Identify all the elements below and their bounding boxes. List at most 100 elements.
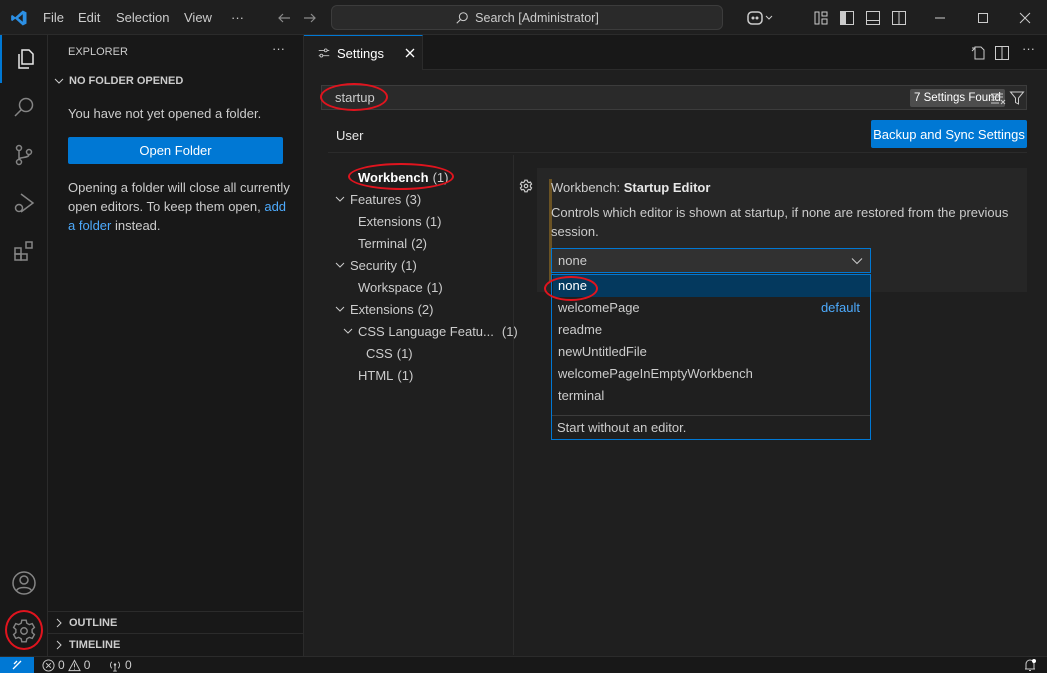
startup-editor-select[interactable]: none xyxy=(551,248,871,273)
menu-edit[interactable]: Edit xyxy=(78,0,100,35)
timeline-label: TIMELINE xyxy=(69,638,121,651)
menu-view[interactable]: View xyxy=(184,0,212,35)
option-label: terminal xyxy=(558,388,605,403)
toc-label: Workbench xyxy=(358,170,429,185)
outline-section-header[interactable]: OUTLINE xyxy=(48,611,303,633)
toc-item[interactable]: Workbench (1) xyxy=(334,167,514,189)
chevron-right-icon xyxy=(56,640,62,649)
dropdown-option[interactable]: terminal xyxy=(553,385,870,407)
dropdown-option[interactable]: newUntitledFile xyxy=(553,341,870,363)
toc-item[interactable]: CSS Language Featu... (1) xyxy=(334,321,518,343)
select-value: none xyxy=(558,253,587,268)
tab-user-scope[interactable]: User xyxy=(328,121,372,153)
section-title: NO FOLDER OPENED xyxy=(69,75,184,87)
toc-label: Workspace xyxy=(358,280,423,295)
toggle-secondary-sidebar-icon[interactable] xyxy=(889,8,909,28)
problems-indicator[interactable]: 0 0 xyxy=(42,658,90,672)
notifications-bell-icon[interactable] xyxy=(1022,658,1038,672)
dropdown-option[interactable]: readme xyxy=(553,319,870,341)
toc-label: HTML xyxy=(358,368,394,383)
command-center-search[interactable]: Search [Administrator] xyxy=(331,5,723,30)
toc-item[interactable]: CSS (1) xyxy=(334,343,514,365)
broadcast-icon xyxy=(110,660,120,672)
minimize-button[interactable] xyxy=(917,0,963,35)
run-and-debug-icon[interactable] xyxy=(0,179,48,227)
setting-name: Startup Editor xyxy=(623,180,711,195)
toc-item[interactable]: Extensions (2) xyxy=(334,299,514,321)
chevron-right-icon xyxy=(56,618,62,627)
back-arrow-icon[interactable] xyxy=(274,8,294,28)
sidebar-more-button[interactable]: ··· xyxy=(272,41,285,56)
search-icon[interactable] xyxy=(0,83,48,131)
manage-gear-icon[interactable] xyxy=(0,607,48,655)
option-label: newUntitledFile xyxy=(558,344,647,359)
default-badge: default xyxy=(820,300,860,315)
toc-divider xyxy=(513,155,514,655)
error-count: 0 xyxy=(58,658,65,672)
toc-label: Extensions xyxy=(358,214,422,229)
info-text: Opening a folder will close all currentl… xyxy=(68,180,290,214)
copilot-icon[interactable] xyxy=(745,7,775,29)
title-bar: File Edit Selection View ··· Search [Adm… xyxy=(0,0,1047,35)
explorer-icon[interactable] xyxy=(0,35,48,83)
customize-layout-icon[interactable] xyxy=(811,8,831,28)
search-icon xyxy=(456,11,468,24)
toc-item[interactable]: Terminal (2) xyxy=(334,233,514,255)
status-bar: 0 0 0 xyxy=(0,656,1047,673)
tab-bar: Settings ··· xyxy=(304,35,1047,70)
toc-count: (1) xyxy=(400,258,417,273)
warning-icon xyxy=(67,658,81,671)
toc-count: (1) xyxy=(425,214,442,229)
settings-search-input[interactable]: startup 7 Settings Found xyxy=(321,85,1027,110)
settings-toc: Workbench (1) Features (3) Extensions (1) Term… xyxy=(334,167,518,387)
toc-label: CSS xyxy=(366,346,393,361)
source-control-icon[interactable] xyxy=(0,131,48,179)
ports-count: 0 xyxy=(125,658,132,672)
menu-file[interactable]: File xyxy=(43,0,64,35)
split-editor-icon[interactable] xyxy=(992,43,1012,63)
tab-settings[interactable]: Settings xyxy=(304,35,423,70)
command-center-label: Search [Administrator] xyxy=(475,10,599,25)
clear-filter-icon[interactable] xyxy=(989,89,1007,107)
toc-item[interactable]: Security (1) xyxy=(334,255,514,277)
outline-label: OUTLINE xyxy=(69,616,118,629)
menu-selection[interactable]: Selection xyxy=(116,0,169,35)
toc-label: Security xyxy=(350,258,397,273)
setting-description: Controls which editor is shown at startu… xyxy=(551,205,1009,239)
accounts-icon[interactable] xyxy=(0,559,48,607)
close-tab-icon[interactable] xyxy=(404,47,416,59)
toc-label: CSS Language Featu... xyxy=(358,324,494,339)
toggle-panel-icon[interactable] xyxy=(863,8,883,28)
toc-item[interactable]: HTML (1) xyxy=(334,365,514,387)
menu-more-button[interactable]: ··· xyxy=(231,0,244,35)
dropdown-option[interactable]: welcomePage default xyxy=(553,297,870,319)
close-window-button[interactable] xyxy=(1003,0,1047,35)
backup-sync-settings-button[interactable]: Backup and Sync Settings xyxy=(871,120,1027,148)
extensions-icon[interactable] xyxy=(0,227,48,275)
filter-icon[interactable] xyxy=(1008,89,1026,107)
chevron-down-icon xyxy=(851,258,863,265)
toc-count: (1) xyxy=(397,368,414,383)
toc-label: Terminal xyxy=(358,236,408,251)
chevron-down-icon xyxy=(343,328,353,334)
forward-arrow-icon[interactable] xyxy=(300,8,320,28)
maximize-button[interactable] xyxy=(963,0,1003,35)
remote-indicator-icon[interactable] xyxy=(0,657,34,673)
open-folder-button[interactable]: Open Folder xyxy=(68,137,283,164)
option-label: welcomePage xyxy=(558,300,640,315)
toc-item[interactable]: Features (3) xyxy=(334,189,514,211)
setting-category: Workbench: xyxy=(551,180,624,195)
toggle-primary-sidebar-icon[interactable] xyxy=(837,8,857,28)
ports-indicator[interactable]: 0 xyxy=(108,658,132,672)
no-folder-section-header[interactable]: NO FOLDER OPENED xyxy=(48,73,303,89)
editor-more-actions-button[interactable]: ··· xyxy=(1022,41,1035,56)
setting-gear-icon[interactable] xyxy=(518,178,534,194)
toc-item[interactable]: Extensions (1) xyxy=(334,211,514,233)
toc-count: (3) xyxy=(405,192,422,207)
timeline-section-header[interactable]: TIMELINE xyxy=(48,633,303,655)
toc-item[interactable]: Workspace (1) xyxy=(334,277,514,299)
chevron-down-icon xyxy=(335,262,345,268)
open-settings-json-icon[interactable] xyxy=(968,43,988,63)
dropdown-option[interactable]: welcomePageInEmptyWorkbench xyxy=(553,363,870,385)
dropdown-option[interactable]: none xyxy=(553,275,870,297)
